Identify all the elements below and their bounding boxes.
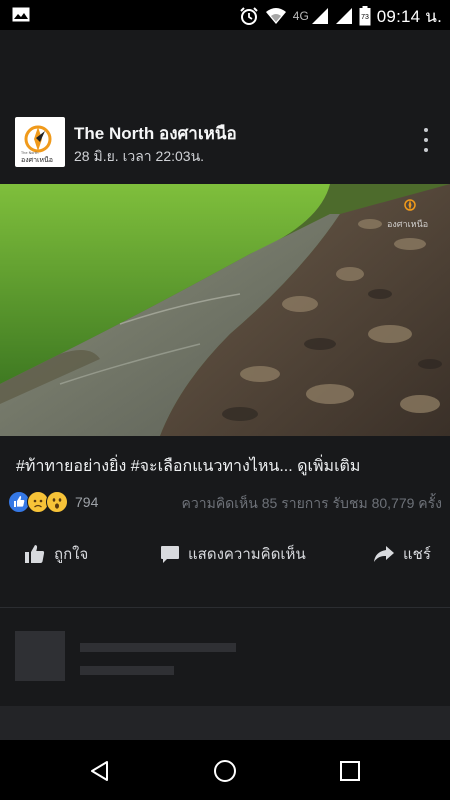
reactions-summary[interactable]: 794 xyxy=(8,490,98,514)
like-button[interactable]: ถูกใจ xyxy=(24,532,88,576)
post-card: องศาเหนือ The North The North องศาเหนือ … xyxy=(0,102,450,608)
post-caption: #ท้าทายอย่างยิ่ง #จะเลือกแนวทางไหน... ดู… xyxy=(16,454,360,479)
post-timestamp[interactable]: 28 มิ.ย. เวลา 22:03น. xyxy=(74,146,204,168)
see-more-link[interactable]: ดูเพิ่มเติม xyxy=(297,458,360,475)
alarm-icon xyxy=(240,7,258,25)
placeholder-line xyxy=(80,643,236,652)
comment-icon xyxy=(161,546,179,563)
hashtag-link[interactable]: #ท้าทายอย่างยิ่ง xyxy=(16,458,126,475)
network-type: 4G xyxy=(292,9,309,23)
wifi-icon xyxy=(265,8,286,24)
page-name[interactable]: The North องศาเหนือ xyxy=(74,120,237,147)
back-button[interactable] xyxy=(85,756,115,786)
watermark-compass-icon xyxy=(404,199,416,211)
image-icon xyxy=(12,7,30,22)
share-icon xyxy=(374,546,394,562)
like-label: ถูกใจ xyxy=(54,546,89,563)
logo-text: องศาเหนือ xyxy=(21,156,53,164)
dot-icon xyxy=(424,138,428,142)
signal-icon xyxy=(335,8,352,24)
video-player[interactable]: องศาเหนือ xyxy=(0,184,450,436)
compass-logo-icon: องศาเหนือ The North xyxy=(20,125,53,164)
battery-level: 73 xyxy=(361,14,369,21)
comment-button[interactable]: แสดงความคิดเห็น xyxy=(160,532,306,576)
placeholder-avatar xyxy=(15,631,65,681)
thumbs-up-icon xyxy=(25,545,45,563)
hashtag-link[interactable]: #จะเลือกแนวทางไหน xyxy=(131,458,280,475)
status-icons: 4G 73 09:14 น. xyxy=(239,5,442,27)
more-options-button[interactable] xyxy=(418,128,434,152)
post-stats[interactable]: ความคิดเห็น 85 รายการ รับชม 80,779 ครั้ง xyxy=(182,493,443,515)
recents-icon xyxy=(340,761,360,781)
video-thumbnail xyxy=(0,184,450,436)
share-button[interactable]: แชร์ xyxy=(373,532,431,576)
signal-icon xyxy=(311,8,328,24)
share-label: แชร์ xyxy=(403,546,431,563)
video-watermark: องศาเหนือ xyxy=(387,220,429,230)
status-bar: 4G 73 09:14 น. xyxy=(0,0,450,30)
back-icon xyxy=(91,761,108,781)
home-button[interactable] xyxy=(210,756,240,786)
home-icon xyxy=(214,760,236,782)
feed-separator xyxy=(0,706,450,740)
battery-icon: 73 xyxy=(359,6,371,26)
logo-small-text: The North xyxy=(20,151,38,155)
post-actions: ถูกใจ แสดงความคิดเห็น แชร์ xyxy=(0,532,450,576)
navigation-bar xyxy=(0,740,450,800)
wow-reaction-icon xyxy=(46,491,68,513)
caption-ellipsis: ... xyxy=(279,458,293,475)
recents-button[interactable] xyxy=(335,756,365,786)
dot-icon xyxy=(424,128,428,132)
reaction-count: 794 xyxy=(75,494,99,510)
feed-background xyxy=(0,30,450,102)
comment-label: แสดงความคิดเห็น xyxy=(188,546,306,563)
loading-placeholder-card xyxy=(0,608,450,706)
dot-icon xyxy=(424,148,428,152)
placeholder-line xyxy=(80,666,174,675)
page-avatar[interactable]: องศาเหนือ The North xyxy=(15,117,65,167)
post-header: องศาเหนือ The North The North องศาเหนือ … xyxy=(0,102,450,184)
clock: 09:14 น. xyxy=(376,6,442,26)
